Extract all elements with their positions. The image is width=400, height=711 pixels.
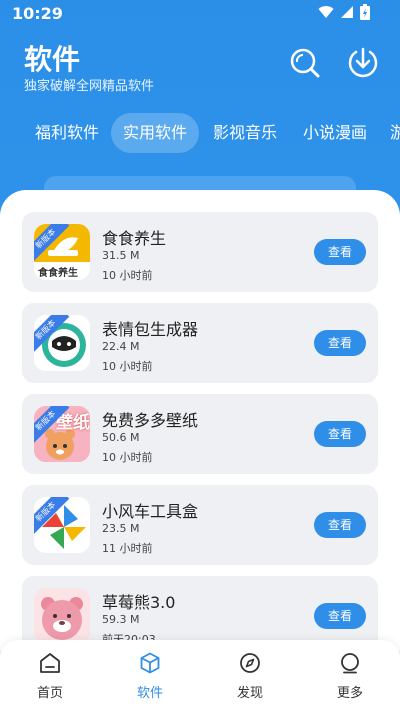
tab-novel-comic[interactable]: 小说漫画 — [291, 113, 379, 153]
view-button[interactable]: 查看 — [314, 603, 366, 629]
bottom-nav: 首页 软件 发现 更多 — [0, 640, 400, 711]
search-icon — [290, 48, 320, 78]
nav-label: 更多 — [336, 686, 363, 701]
icon-caption: 食食养生 — [38, 268, 78, 279]
tab-video-music[interactable]: 影视音乐 — [201, 113, 289, 153]
view-button[interactable]: 查看 — [314, 512, 366, 538]
app-name: 草莓熊3.0 — [102, 593, 176, 612]
app-icon: 新版本 — [34, 497, 90, 553]
app-updated-time: 10 小时前 — [102, 269, 153, 282]
status-icons — [318, 4, 370, 20]
battery-icon — [360, 4, 370, 20]
nav-label: 软件 — [136, 686, 163, 701]
app-updated-time: 10 小时前 — [102, 360, 153, 373]
app-updated-time: 10 小时前 — [102, 451, 153, 464]
signal-icon — [341, 6, 353, 18]
view-button[interactable]: 查看 — [314, 421, 366, 447]
status-time: 10:29 — [12, 4, 63, 23]
download-icon — [348, 47, 378, 78]
nav-home[interactable]: 首页 — [10, 648, 90, 708]
page-title: 软件 — [24, 43, 81, 76]
list-item[interactable]: 壁纸 新版本 免费多多壁纸 50.6 M 10 小时前 查看 — [22, 394, 378, 474]
tab-games[interactable]: 游 — [378, 113, 400, 153]
app-updated-time: 11 小时前 — [102, 542, 153, 555]
category-tabs: 福利软件 实用软件 影视音乐 小说漫画 游 — [0, 113, 400, 155]
nav-more[interactable]: 更多 — [310, 648, 390, 708]
tab-welfare-software[interactable]: 福利软件 — [23, 113, 111, 153]
nav-discover[interactable]: 发现 — [210, 648, 290, 708]
list-item[interactable]: 食食养生 新版本 食食养生 31.5 M 10 小时前 查看 — [22, 212, 378, 292]
compass-icon — [240, 653, 260, 673]
home-icon — [40, 653, 60, 673]
app-list: 食食养生 新版本 食食养生 31.5 M 10 小时前 查看 新版本 表情包生成… — [0, 190, 400, 650]
cube-icon — [140, 652, 160, 674]
list-item[interactable]: 草莓熊3.0 59.3 M 前天20:03 查看 — [22, 576, 378, 650]
app-size: 23.5 M — [102, 522, 140, 535]
nav-software[interactable]: 软件 — [110, 648, 190, 708]
nav-label: 首页 — [36, 686, 63, 701]
app-name: 食食养生 — [102, 229, 167, 248]
tab-utility-software[interactable]: 实用软件 — [111, 113, 200, 153]
download-button[interactable] — [346, 46, 380, 80]
view-button[interactable]: 查看 — [314, 330, 366, 356]
app-size: 59.3 M — [102, 613, 140, 626]
app-name: 免费多多壁纸 — [102, 411, 199, 430]
app-name: 小风车工具盒 — [102, 502, 199, 521]
view-button[interactable]: 查看 — [314, 239, 366, 265]
page-subtitle: 独家破解全网精品软件 — [24, 79, 155, 94]
app-icon: 食食养生 新版本 — [34, 224, 90, 280]
status-bar: 10:29 — [0, 0, 400, 28]
app-name: 表情包生成器 — [102, 320, 199, 339]
app-size: 22.4 M — [102, 340, 140, 353]
app-size: 50.6 M — [102, 431, 140, 444]
wifi-icon — [318, 6, 334, 19]
app-icon: 新版本 — [34, 315, 90, 371]
strawberry-bear-icon — [34, 588, 90, 644]
nav-label: 发现 — [236, 686, 263, 701]
more-icon — [341, 653, 359, 674]
app-size: 31.5 M — [102, 249, 140, 262]
list-item[interactable]: 新版本 表情包生成器 22.4 M 10 小时前 查看 — [22, 303, 378, 383]
app-icon: 壁纸 新版本 — [34, 406, 90, 462]
app-icon — [34, 588, 90, 644]
list-item[interactable]: 新版本 小风车工具盒 23.5 M 11 小时前 查看 — [22, 485, 378, 565]
search-button[interactable] — [288, 46, 322, 80]
